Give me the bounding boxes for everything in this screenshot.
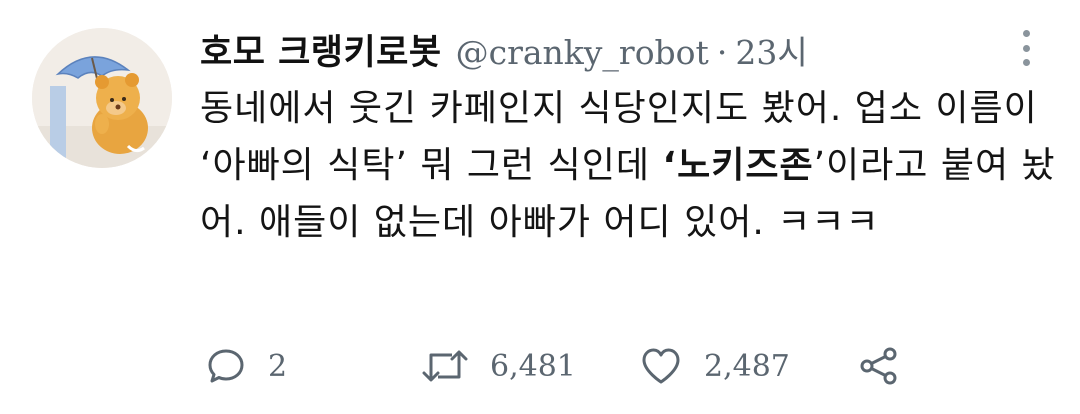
speech-bubble-icon [208,349,244,383]
like-button[interactable]: 2,487 [640,340,790,392]
tweet-text-bold: ‘노키즈존 [662,145,814,186]
share-button[interactable] [858,340,900,392]
user-handle[interactable]: @cranky_robot [456,33,709,72]
avatar-illustration [32,28,172,168]
reply-count: 2 [268,348,288,384]
tweet-header: 호모 크랭키로봇 @cranky_robot · 23시 [200,24,808,76]
tweet-card: 호모 크랭키로봇 @cranky_robot · 23시 동네에서 웃긴 카페인… [0,0,1080,414]
retweet-count: 6,481 [490,348,576,384]
share-nodes-icon [860,347,897,385]
heart-outline-icon [642,348,680,384]
retweet-button[interactable]: 6,481 [422,340,576,392]
reply-button[interactable]: 2 [206,340,287,392]
action-bar: 2 6,481 2,487 [200,340,1060,392]
display-name[interactable]: 호모 크랭키로봇 [200,24,442,75]
like-count: 2,487 [704,348,790,384]
more-vertical-icon[interactable] [1016,30,1036,66]
tweet-text: 동네에서 웃긴 카페인지 식당인지도 봤어. 업소 이름이 ‘아빠의 식탁’ 뭐… [200,80,1060,251]
avatar[interactable] [32,28,172,168]
separator-dot: · [716,33,728,72]
retweet-arrows-icon [422,350,468,382]
timestamp[interactable]: 23시 [735,26,807,74]
